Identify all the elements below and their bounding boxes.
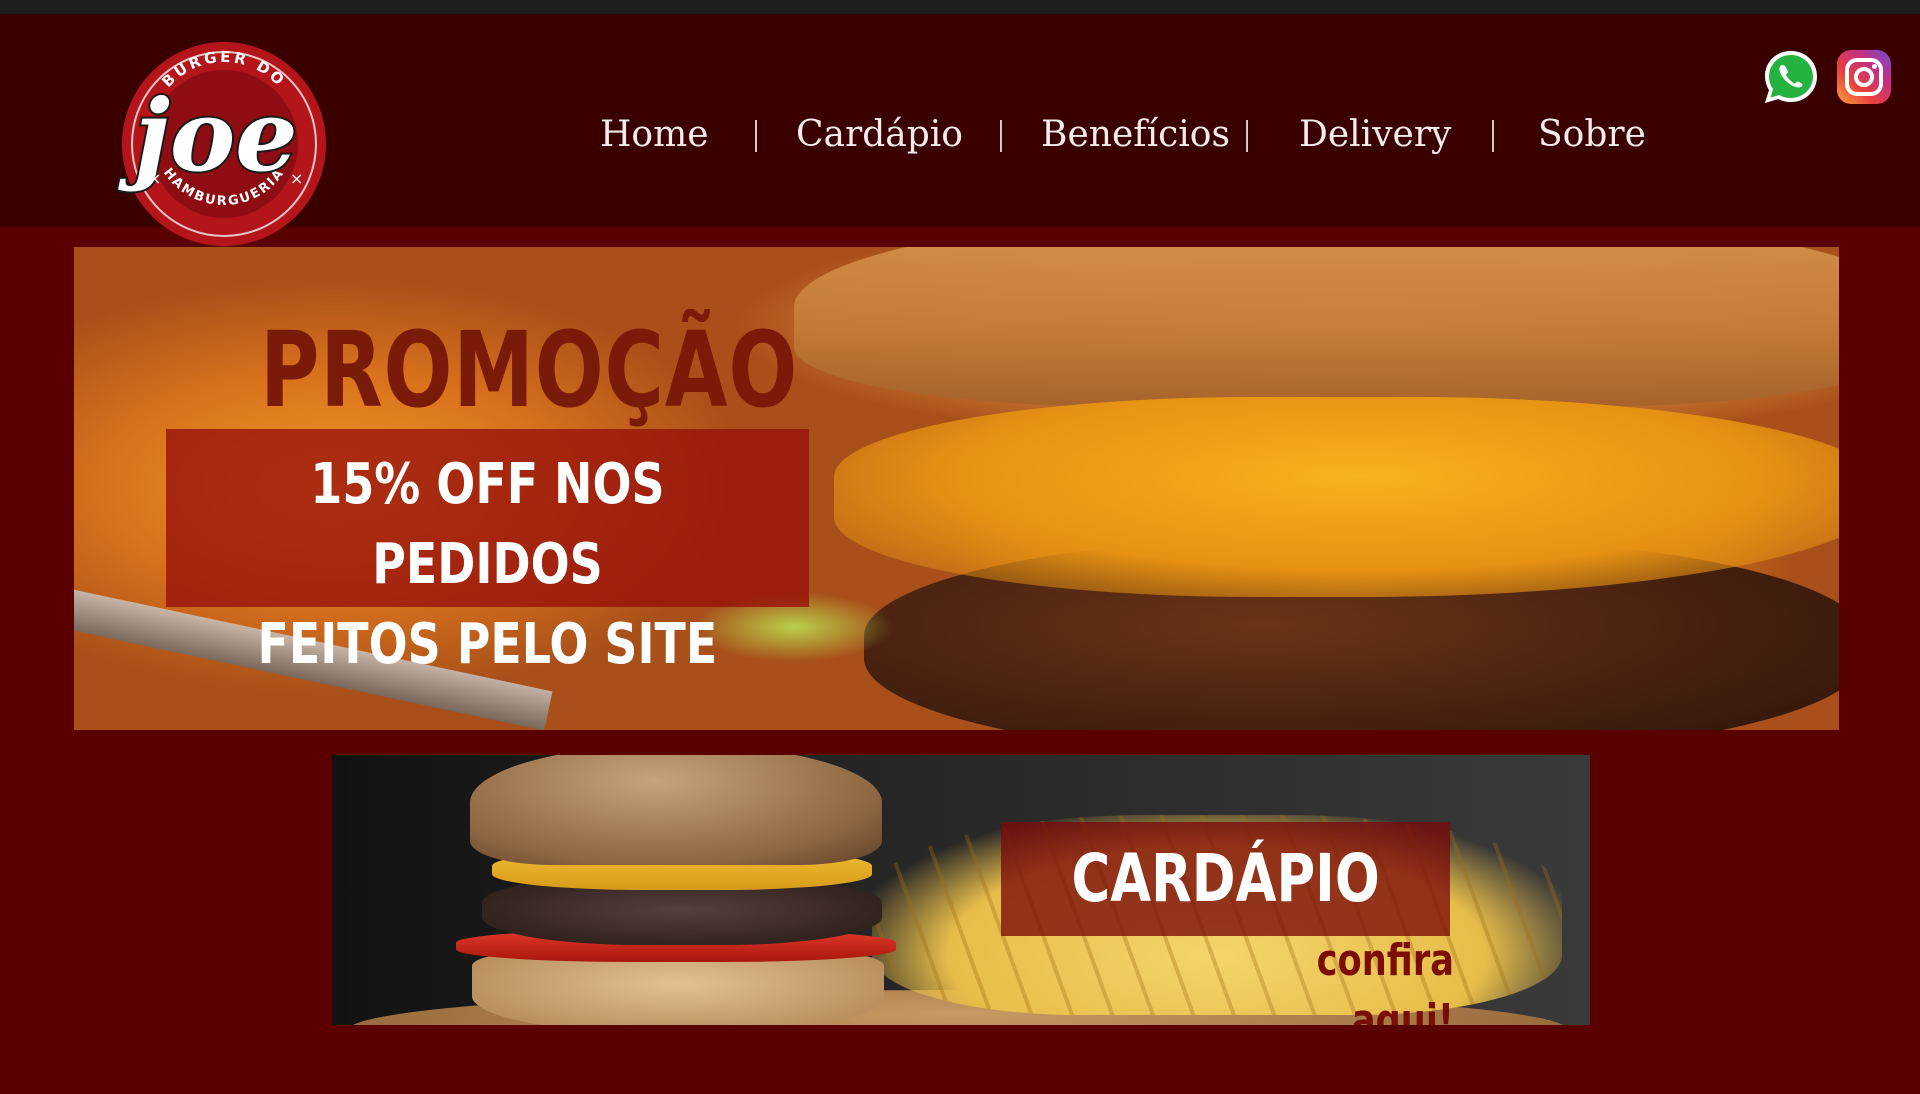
whatsapp-icon <box>1765 51 1817 103</box>
menu-title-box: CARDÁPIO <box>1001 822 1450 936</box>
menu-subtitle-link[interactable]: confira aqui! <box>1209 931 1454 1025</box>
site-header: BURGER DO HAMBURGUERIA joe × × Home Card… <box>0 14 1920 246</box>
svg-text:×: × <box>290 169 303 188</box>
top-strip <box>0 0 1920 14</box>
promo-line-1: 15% OFF NOS PEDIDOS <box>310 452 665 597</box>
nav-divider <box>1492 120 1494 152</box>
cheese-image <box>834 397 1839 597</box>
burger-top-bun-image <box>470 755 882 865</box>
nav-item-delivery[interactable]: Delivery <box>1299 110 1451 160</box>
instagram-icon <box>1837 50 1891 104</box>
menu-title: CARDÁPIO <box>1071 840 1380 917</box>
nav-item-sobre[interactable]: Sobre <box>1538 110 1646 160</box>
nav-item-cardapio[interactable]: Cardápio <box>796 110 963 160</box>
nav-divider <box>1246 120 1248 152</box>
nav-item-home[interactable]: Home <box>600 110 709 160</box>
nav-divider <box>755 120 757 152</box>
burger-bottom-bun-image <box>472 951 884 1025</box>
nav-item-beneficios[interactable]: Benefícios <box>1041 110 1230 160</box>
promo-title: PROMOÇÃO <box>260 309 799 431</box>
promo-offer-box: 15% OFF NOS PEDIDOS FEITOS PELO SITE <box>166 429 809 677</box>
main-nav: Home Cardápio Benefícios Delivery Sobre <box>0 110 1920 160</box>
nav-divider <box>1000 120 1002 152</box>
menu-banner[interactable]: CARDÁPIO confira aqui! <box>332 755 1590 1025</box>
burger-bun-image <box>794 247 1839 407</box>
whatsapp-link[interactable] <box>1762 48 1820 106</box>
svg-text:×: × <box>148 169 161 188</box>
promo-line-2: FEITOS PELO SITE <box>257 612 718 677</box>
instagram-link[interactable] <box>1835 48 1893 106</box>
promo-banner[interactable]: PROMOÇÃO 15% OFF NOS PEDIDOS FEITOS PELO… <box>74 247 1839 730</box>
